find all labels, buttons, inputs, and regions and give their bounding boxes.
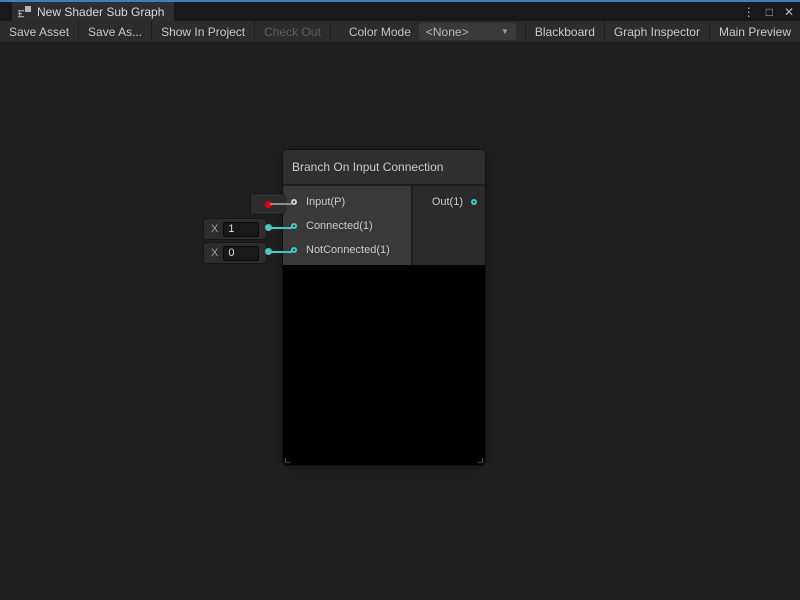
port-label: NotConnected(1): [306, 244, 390, 256]
node-output-section: Out(1): [413, 186, 485, 265]
check-out-button: Check Out: [255, 21, 331, 42]
node-header[interactable]: Branch On Input Connection: [283, 150, 485, 186]
toolbar: Save Asset Save As... Show In Project Ch…: [0, 21, 800, 43]
node-branch-on-input-connection[interactable]: Branch On Input Connection Input(P) Conn…: [283, 150, 485, 465]
save-as-button[interactable]: Save As...: [79, 21, 152, 42]
node-body: Input(P) Connected(1) NotConnected(1) Ou…: [283, 186, 485, 265]
color-mode-label: Color Mode: [349, 25, 411, 39]
port-row-out: Out(1): [413, 190, 485, 214]
node-input-section: Input(P) Connected(1) NotConnected(1): [283, 186, 413, 265]
chevron-down-icon: ▼: [501, 27, 509, 36]
graph-canvas[interactable]: Branch On Input Connection Input(P) Conn…: [0, 43, 800, 599]
tab-new-shader-sub-graph[interactable]: New Shader Sub Graph: [12, 2, 174, 21]
connected-value-widget: X: [204, 219, 266, 239]
color-mode-group: Color Mode <None> ▼: [349, 21, 525, 42]
blackboard-toggle-button[interactable]: Blackboard: [525, 21, 604, 42]
edge-notconnected: [270, 251, 292, 253]
port-label: Out(1): [432, 196, 463, 208]
titlebar: New Shader Sub Graph ⋮ □ ✕: [0, 2, 800, 21]
node-preview: [283, 265, 485, 465]
resize-grip-right-icon[interactable]: [478, 458, 483, 463]
main-preview-toggle-button[interactable]: Main Preview: [709, 21, 800, 42]
graph-inspector-toggle-button[interactable]: Graph Inspector: [604, 21, 709, 42]
x-component-label: X: [211, 223, 218, 235]
port-row-notconnected: NotConnected(1): [283, 238, 411, 262]
notconnected-value-widget: X: [204, 243, 266, 263]
color-mode-dropdown[interactable]: <None> ▼: [419, 23, 516, 40]
save-asset-button[interactable]: Save Asset: [0, 21, 79, 42]
toolbar-spacer: [331, 21, 349, 42]
subgraph-icon: [18, 5, 31, 18]
resize-grip-left-icon[interactable]: [285, 458, 290, 463]
edge-input-p: [270, 203, 292, 205]
maximize-icon[interactable]: □: [766, 6, 773, 18]
edge-connected: [270, 227, 292, 229]
port-row-connected: Connected(1): [283, 214, 411, 238]
notconnected-value-field[interactable]: [223, 246, 259, 261]
show-in-project-button[interactable]: Show In Project: [152, 21, 255, 42]
close-icon[interactable]: ✕: [784, 6, 794, 18]
window-menu-icon[interactable]: ⋮: [743, 6, 755, 18]
out-port[interactable]: [471, 199, 477, 205]
port-label: Input(P): [306, 196, 345, 208]
color-mode-value: <None>: [426, 25, 469, 39]
port-row-input-p: Input(P): [283, 190, 411, 214]
connected-value-field[interactable]: [223, 222, 259, 237]
tab-title: New Shader Sub Graph: [37, 5, 164, 19]
node-title: Branch On Input Connection: [292, 160, 443, 174]
x-component-label: X: [211, 247, 218, 259]
port-label: Connected(1): [306, 220, 373, 232]
